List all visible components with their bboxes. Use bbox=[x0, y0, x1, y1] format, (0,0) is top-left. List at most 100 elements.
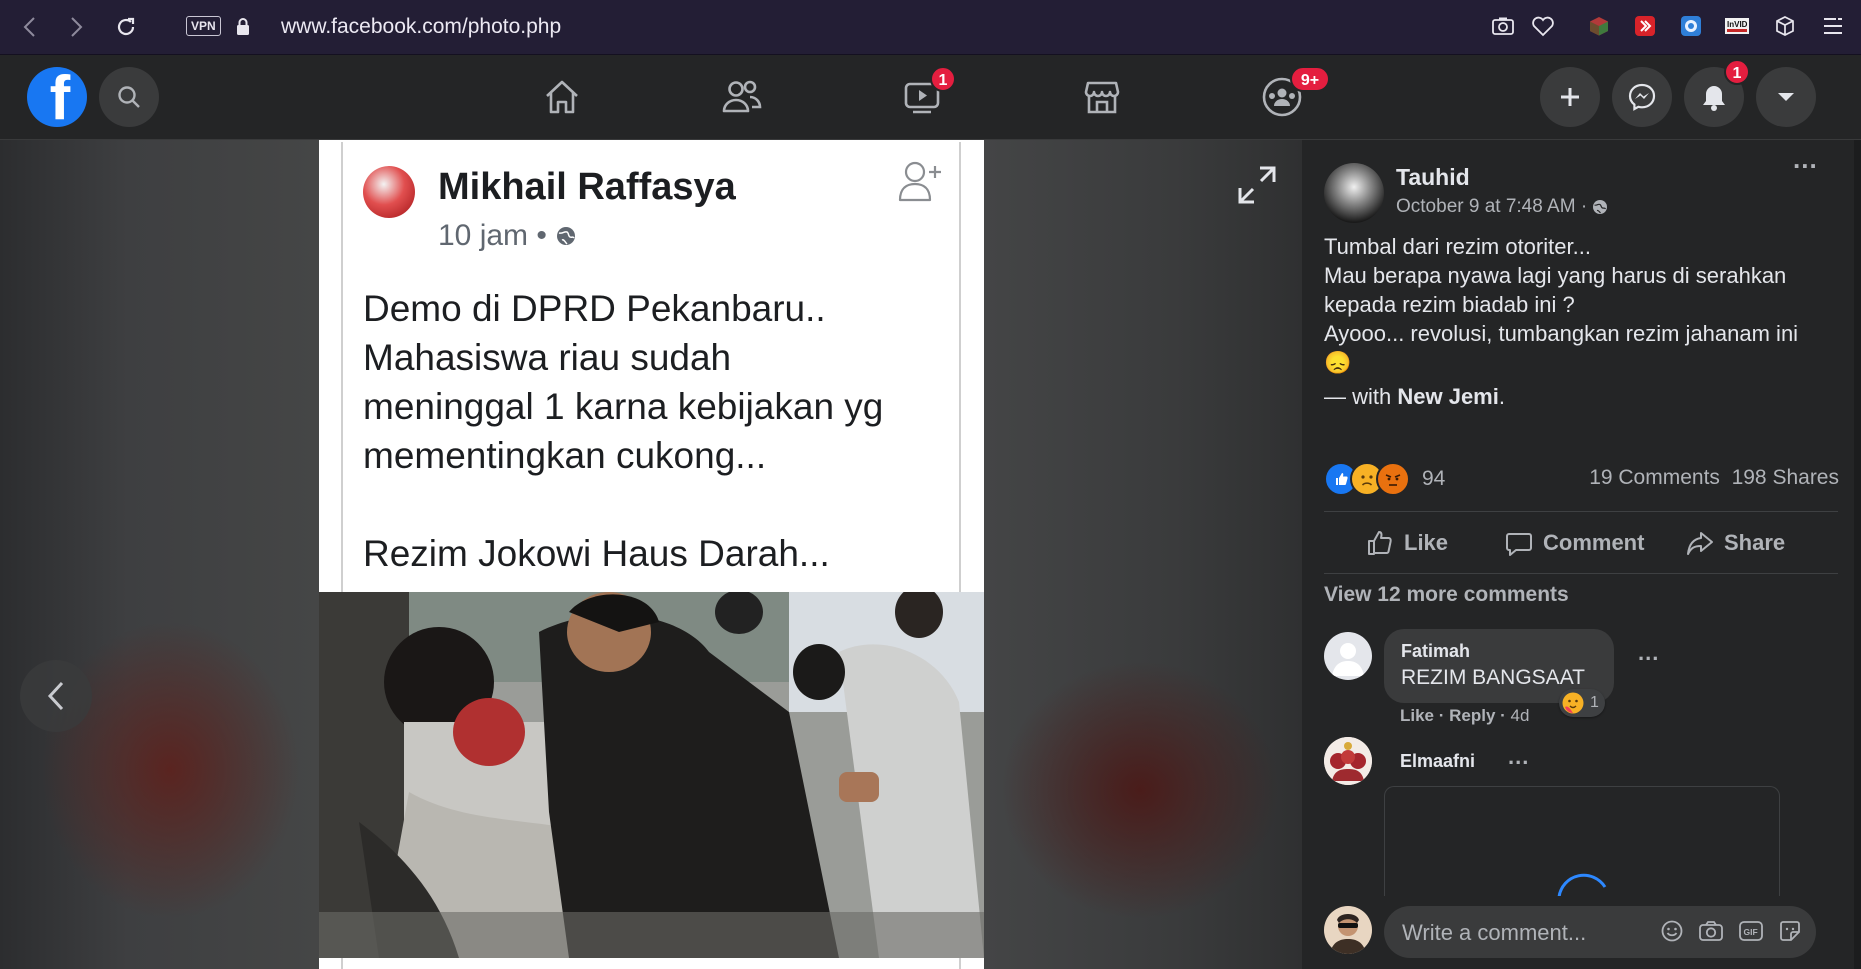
home-icon[interactable] bbox=[538, 75, 586, 119]
caret-icon bbox=[1778, 93, 1794, 101]
backdrop-blur-shape bbox=[40, 620, 300, 920]
comment-author[interactable]: Elmaafni bbox=[1400, 751, 1475, 772]
facebook-logo[interactable]: f bbox=[27, 67, 87, 127]
comment-options-button[interactable]: ... bbox=[1638, 640, 1659, 666]
angry-reaction-icon bbox=[1376, 462, 1410, 496]
cube-extension-icon[interactable] bbox=[1586, 13, 1612, 39]
photo-post-time: 10 jam • bbox=[438, 218, 577, 254]
care-reaction-icon bbox=[1562, 692, 1584, 714]
shares-count[interactable]: 198 Shares bbox=[1732, 466, 1839, 489]
view-more-comments-link[interactable]: View 12 more comments bbox=[1324, 583, 1569, 607]
comment-like-link[interactable]: Like bbox=[1400, 706, 1434, 725]
like-label: Like bbox=[1404, 530, 1449, 555]
heart-icon[interactable] bbox=[1530, 13, 1556, 39]
vpn-badge[interactable]: VPN bbox=[186, 16, 221, 36]
invid-extension-icon[interactable]: InVID bbox=[1724, 13, 1750, 39]
comment-options-button[interactable]: ... bbox=[1508, 744, 1529, 770]
like-button[interactable]: Like bbox=[1366, 520, 1448, 566]
photo-text-line: Demo di DPRD Pekanbaru.. bbox=[363, 288, 826, 329]
post-text-line: Tumbal dari rezim otoriter... bbox=[1324, 234, 1591, 259]
engagement-stats: 19 Comments 198 Shares bbox=[1589, 466, 1839, 490]
comment-text: REZIM BANGSAAT bbox=[1401, 666, 1585, 689]
share-button[interactable]: Share bbox=[1686, 520, 1785, 566]
post-text-line: Mau berapa nyawa lagi yang harus di sera… bbox=[1324, 263, 1787, 317]
comment-input[interactable]: Write a comment... GIF bbox=[1384, 906, 1816, 958]
with-suffix: . bbox=[1498, 384, 1505, 409]
globe-icon bbox=[1593, 200, 1608, 214]
comments-count[interactable]: 19 Comments bbox=[1589, 466, 1720, 489]
camera-icon[interactable] bbox=[1490, 13, 1516, 39]
previous-photo-button[interactable] bbox=[20, 660, 92, 732]
avatar[interactable] bbox=[1324, 737, 1372, 785]
bell-icon bbox=[1703, 86, 1725, 111]
post-text-line: Ayooo... revolusi, tumbangkan rezim jaha… bbox=[1324, 321, 1799, 346]
expand-icon[interactable] bbox=[1235, 163, 1279, 207]
svg-text:InVID: InVID bbox=[1727, 20, 1748, 29]
post-text: Tumbal dari rezim otoriter... Mau berapa… bbox=[1324, 232, 1834, 411]
avatar[interactable] bbox=[1324, 163, 1384, 223]
search-icon bbox=[118, 86, 140, 108]
comment-reply-link[interactable]: Reply bbox=[1449, 706, 1495, 725]
watch-badge: 1 bbox=[930, 66, 956, 92]
scrollbar[interactable] bbox=[1854, 140, 1861, 969]
vpn-extension-icon[interactable] bbox=[1678, 13, 1704, 39]
emoji-icon[interactable] bbox=[1660, 919, 1684, 943]
post-author-name[interactable]: Tauhid bbox=[1396, 164, 1470, 191]
post-date-label[interactable]: October 9 at 7:48 AM · bbox=[1396, 196, 1587, 218]
sad-emoji: 😞 bbox=[1324, 350, 1352, 375]
comment-label: Comment bbox=[1543, 530, 1645, 555]
photo-time-label: 10 jam • bbox=[438, 219, 547, 252]
create-button[interactable] bbox=[1540, 67, 1600, 127]
photo-text-line: Mahasiswa riau sudah bbox=[363, 337, 732, 378]
comment-reaction-badge[interactable]: 1 bbox=[1559, 689, 1605, 717]
notifications-badge: 1 bbox=[1724, 59, 1750, 85]
lock-icon[interactable] bbox=[232, 13, 254, 41]
post-details-panel: Tauhid October 9 at 7:48 AM · ... Tumbal… bbox=[1302, 140, 1861, 969]
marketplace-icon[interactable] bbox=[1078, 75, 1126, 119]
comment-input-placeholder: Write a comment... bbox=[1402, 920, 1587, 945]
tagged-person-link[interactable]: New Jemi bbox=[1397, 384, 1499, 409]
account-menu-button[interactable] bbox=[1756, 67, 1816, 127]
comment-age: 4d bbox=[1510, 706, 1530, 725]
groups-badge: 9+ bbox=[1290, 66, 1330, 92]
gif-icon[interactable]: GIF bbox=[1738, 919, 1764, 943]
box-extension-icon[interactable] bbox=[1772, 13, 1798, 39]
composer-tools: GIF bbox=[1660, 919, 1802, 943]
avatar bbox=[363, 166, 415, 218]
like-icon bbox=[1368, 531, 1392, 555]
post-photo[interactable]: Mikhail Raffasya 10 jam • Demo di DPRD P… bbox=[319, 140, 984, 969]
forward-icon[interactable] bbox=[62, 13, 90, 41]
with-prefix: — with bbox=[1324, 384, 1398, 409]
comment-icon bbox=[1506, 533, 1532, 556]
share-icon bbox=[1687, 532, 1713, 555]
add-friend-icon bbox=[897, 158, 945, 204]
photo-author-name: Mikhail Raffasya bbox=[438, 166, 736, 208]
photo-text-line bbox=[363, 480, 953, 529]
sticker-icon[interactable] bbox=[1778, 919, 1802, 943]
plus-icon bbox=[1561, 88, 1579, 106]
post-timestamp: October 9 at 7:48 AM · bbox=[1396, 196, 1608, 218]
messenger-icon bbox=[1628, 83, 1656, 111]
comment-author[interactable]: Fatimah bbox=[1401, 641, 1470, 662]
reaction-summary[interactable]: 94 bbox=[1324, 462, 1445, 496]
address-bar[interactable]: www.facebook.com/photo.php bbox=[281, 13, 561, 41]
photo-viewer: Mikhail Raffasya 10 jam • Demo di DPRD P… bbox=[0, 140, 1302, 969]
reload-icon[interactable] bbox=[112, 13, 140, 41]
backdrop-blur-shape bbox=[1000, 660, 1280, 920]
avatar[interactable] bbox=[1324, 632, 1372, 680]
protest-photo bbox=[319, 592, 984, 958]
back-icon[interactable] bbox=[16, 13, 44, 41]
search-button[interactable] bbox=[99, 67, 159, 127]
share-label: Share bbox=[1724, 530, 1786, 555]
post-options-button[interactable]: ... bbox=[1793, 144, 1818, 175]
facebook-top-nav: f 1 9+ 1 bbox=[0, 55, 1861, 140]
menu-icon[interactable] bbox=[1820, 13, 1846, 39]
comment-meta: Like · Reply · 4d bbox=[1400, 706, 1530, 725]
video-extension-icon[interactable] bbox=[1632, 13, 1658, 39]
camera-icon[interactable] bbox=[1698, 919, 1724, 943]
friends-icon[interactable] bbox=[718, 75, 766, 119]
avatar[interactable] bbox=[1324, 906, 1372, 954]
comment-button[interactable]: Comment bbox=[1505, 520, 1644, 566]
messenger-button[interactable] bbox=[1612, 67, 1672, 127]
divider bbox=[1324, 511, 1838, 512]
